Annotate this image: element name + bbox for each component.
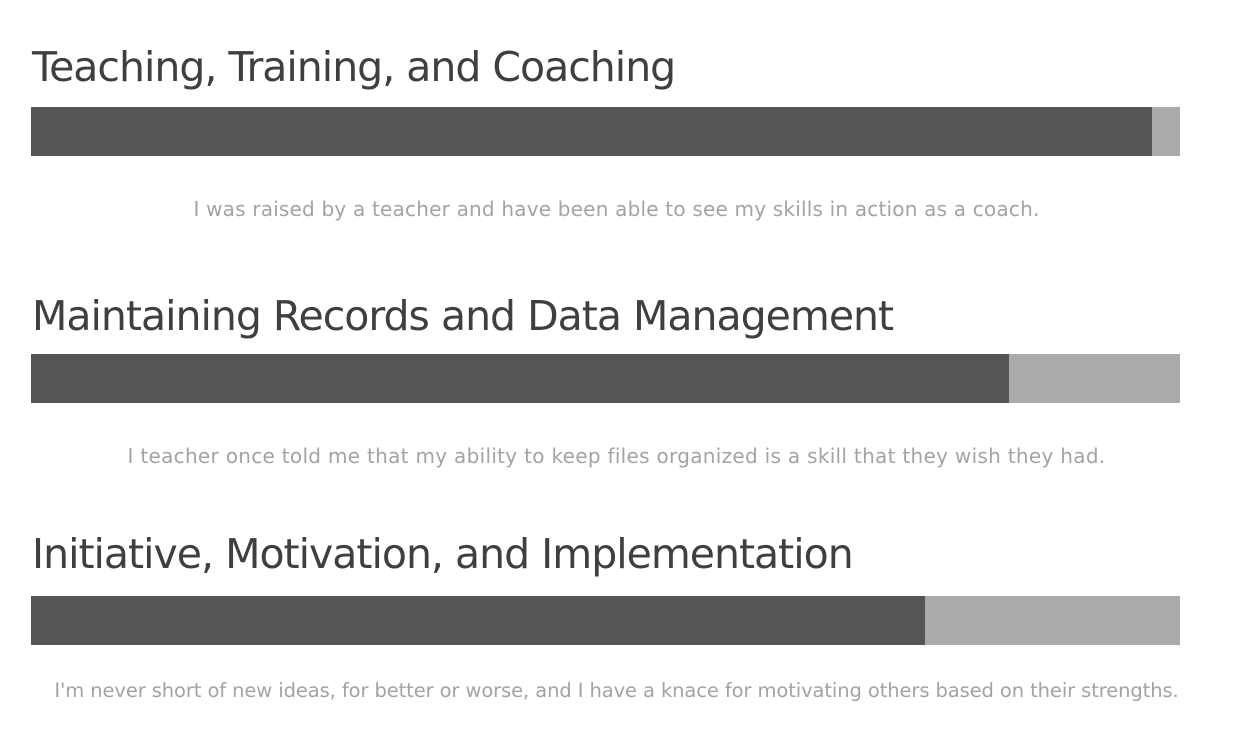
skill-description: I was raised by a teacher and have been … — [193, 197, 1040, 221]
skill-level-fill — [31, 107, 1153, 156]
skill-level-bar — [31, 107, 1180, 156]
skill-title: Maintaining Records and Data Management — [32, 292, 894, 340]
skill-title: Initiative, Motivation, and Implementati… — [32, 530, 854, 578]
skill-title: Teaching, Training, and Coaching — [32, 43, 676, 91]
skill-description: I teacher once told me that my ability t… — [127, 444, 1106, 468]
skill-level-fill — [31, 596, 925, 645]
skill-level-fill — [31, 354, 1009, 403]
skill-level-bar — [31, 354, 1180, 403]
skill-description: I'm never short of new ideas, for better… — [54, 679, 1179, 702]
skill-level-bar — [31, 596, 1180, 645]
